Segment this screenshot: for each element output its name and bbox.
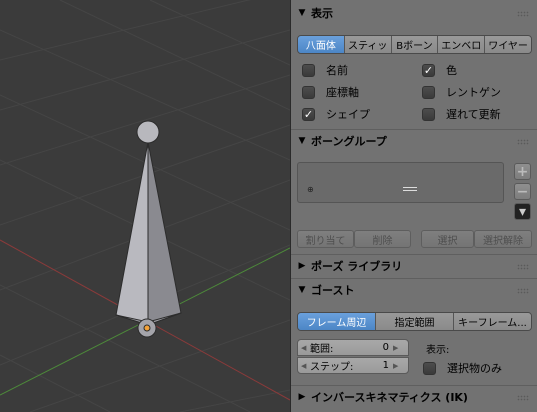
- bone-groups-panel-header[interactable]: ▼ ボーングループ: [295, 131, 533, 151]
- viewport-canvas: [0, 0, 290, 412]
- field-label: 範囲:: [310, 344, 334, 355]
- 3d-viewport[interactable]: [0, 0, 290, 412]
- colors-checkbox[interactable]: ✓ 色: [422, 62, 457, 78]
- shapes-checkbox[interactable]: ✓ シェイプ: [302, 106, 370, 122]
- collapse-triangle-icon: ▼: [298, 285, 306, 295]
- ghost-in-range[interactable]: 指定範囲: [375, 313, 453, 330]
- checkbox-label: 座標軸: [326, 86, 359, 99]
- drag-grip-icon[interactable]: [517, 11, 529, 17]
- ghost-on-keyframes[interactable]: キーフレーム...: [453, 313, 531, 330]
- checkbox-box: [423, 361, 436, 375]
- ghost-around-frame[interactable]: フレーム周辺: [298, 313, 375, 330]
- ghost-type-selector: フレーム周辺 指定範囲 キーフレーム...: [297, 312, 532, 331]
- collapse-triangle-icon: ▼: [298, 8, 306, 18]
- drag-grip-icon[interactable]: [517, 139, 529, 145]
- axes-checkbox[interactable]: 座標軸: [302, 84, 359, 100]
- drag-grip-icon[interactable]: [517, 288, 529, 294]
- remove-button[interactable]: 削除: [354, 230, 411, 248]
- ghost-step-field[interactable]: ◀ ステップ: 1 ▶: [297, 357, 409, 374]
- checkbox-box: [422, 107, 435, 121]
- divider: [291, 278, 537, 279]
- decrement-arrow-icon[interactable]: ◀: [301, 344, 310, 352]
- decrement-arrow-icon[interactable]: ◀: [301, 362, 310, 370]
- checkbox-label: レントゲン: [446, 86, 501, 99]
- assign-button[interactable]: 割り当て: [297, 230, 354, 248]
- mode-envelope[interactable]: エンベロ: [437, 36, 485, 53]
- mode-stick[interactable]: スティッ: [343, 36, 391, 53]
- bone-head[interactable]: [136, 120, 160, 144]
- bone-groups-panel-title: ボーングループ: [311, 135, 387, 148]
- pose-library-panel-header[interactable]: ▶ ポーズ ライブラリ: [295, 256, 533, 276]
- drag-grip-icon[interactable]: [517, 264, 529, 270]
- checkbox-label: 色: [446, 64, 457, 77]
- expand-triangle-icon: ▶: [298, 261, 306, 271]
- ik-panel-title: インバースキネマティクス (IK): [311, 391, 468, 404]
- names-checkbox[interactable]: 名前: [302, 62, 348, 78]
- list-resize-grip-icon[interactable]: [403, 187, 417, 191]
- checkmark-icon: ✓: [422, 63, 435, 77]
- display-panel-header[interactable]: ▼ 表示: [295, 3, 533, 23]
- mode-octahedral[interactable]: 八面体: [298, 36, 344, 53]
- origin-point: [143, 324, 151, 332]
- checkbox-label: 遅れて更新: [446, 108, 501, 121]
- mode-bbone[interactable]: Bボーン: [390, 36, 438, 53]
- bone-group-specials-menu-icon[interactable]: ▾: [514, 203, 531, 220]
- increment-arrow-icon[interactable]: ▶: [393, 344, 402, 352]
- ghost-panel-title: ゴースト: [311, 284, 355, 297]
- checkbox-label: 名前: [326, 64, 348, 77]
- selected-only-checkbox[interactable]: 選択物のみ: [423, 360, 502, 376]
- select-button[interactable]: 選択: [421, 230, 474, 248]
- checkmark-icon: ✓: [302, 107, 315, 121]
- ghost-panel-header[interactable]: ▼ ゴースト: [295, 280, 533, 300]
- checkbox-label: シェイプ: [326, 108, 370, 121]
- xray-checkbox[interactable]: レントゲン: [422, 84, 501, 100]
- expand-triangle-icon: ▶: [298, 392, 306, 402]
- checkbox-label: 選択物のみ: [447, 362, 502, 375]
- field-value: 0: [382, 342, 389, 353]
- bone-display-mode-selector: 八面体 スティッ Bボーン エンベロ ワイヤー: [297, 35, 532, 54]
- pose-library-panel-title: ポーズ ライブラリ: [311, 260, 403, 273]
- ik-panel-header[interactable]: ▶ インバースキネマティクス (IK): [295, 387, 533, 407]
- ghost-range-field[interactable]: ◀ 範囲: 0 ▶: [297, 339, 409, 356]
- checkbox-box: [422, 85, 435, 99]
- list-filter-icon[interactable]: ⊕: [307, 185, 314, 194]
- field-value: 1: [382, 360, 389, 371]
- divider: [291, 385, 537, 386]
- deselect-button[interactable]: 選択解除: [474, 230, 532, 248]
- ghost-display-label: 表示:: [426, 345, 450, 356]
- display-panel-title: 表示: [311, 7, 333, 20]
- remove-bone-group-button[interactable]: −: [514, 183, 531, 200]
- divider: [291, 129, 537, 130]
- field-label: ステップ:: [310, 362, 354, 373]
- delay-refresh-checkbox[interactable]: 遅れて更新: [422, 106, 501, 122]
- divider: [291, 254, 537, 255]
- add-bone-group-button[interactable]: +: [514, 163, 531, 180]
- bone-group-list[interactable]: ⊕: [297, 162, 504, 203]
- mode-wire[interactable]: ワイヤー: [484, 36, 531, 53]
- checkbox-box: [302, 63, 315, 77]
- collapse-triangle-icon: ▼: [298, 136, 306, 146]
- checkbox-box: [302, 85, 315, 99]
- increment-arrow-icon[interactable]: ▶: [393, 362, 402, 370]
- drag-grip-icon[interactable]: [517, 395, 529, 401]
